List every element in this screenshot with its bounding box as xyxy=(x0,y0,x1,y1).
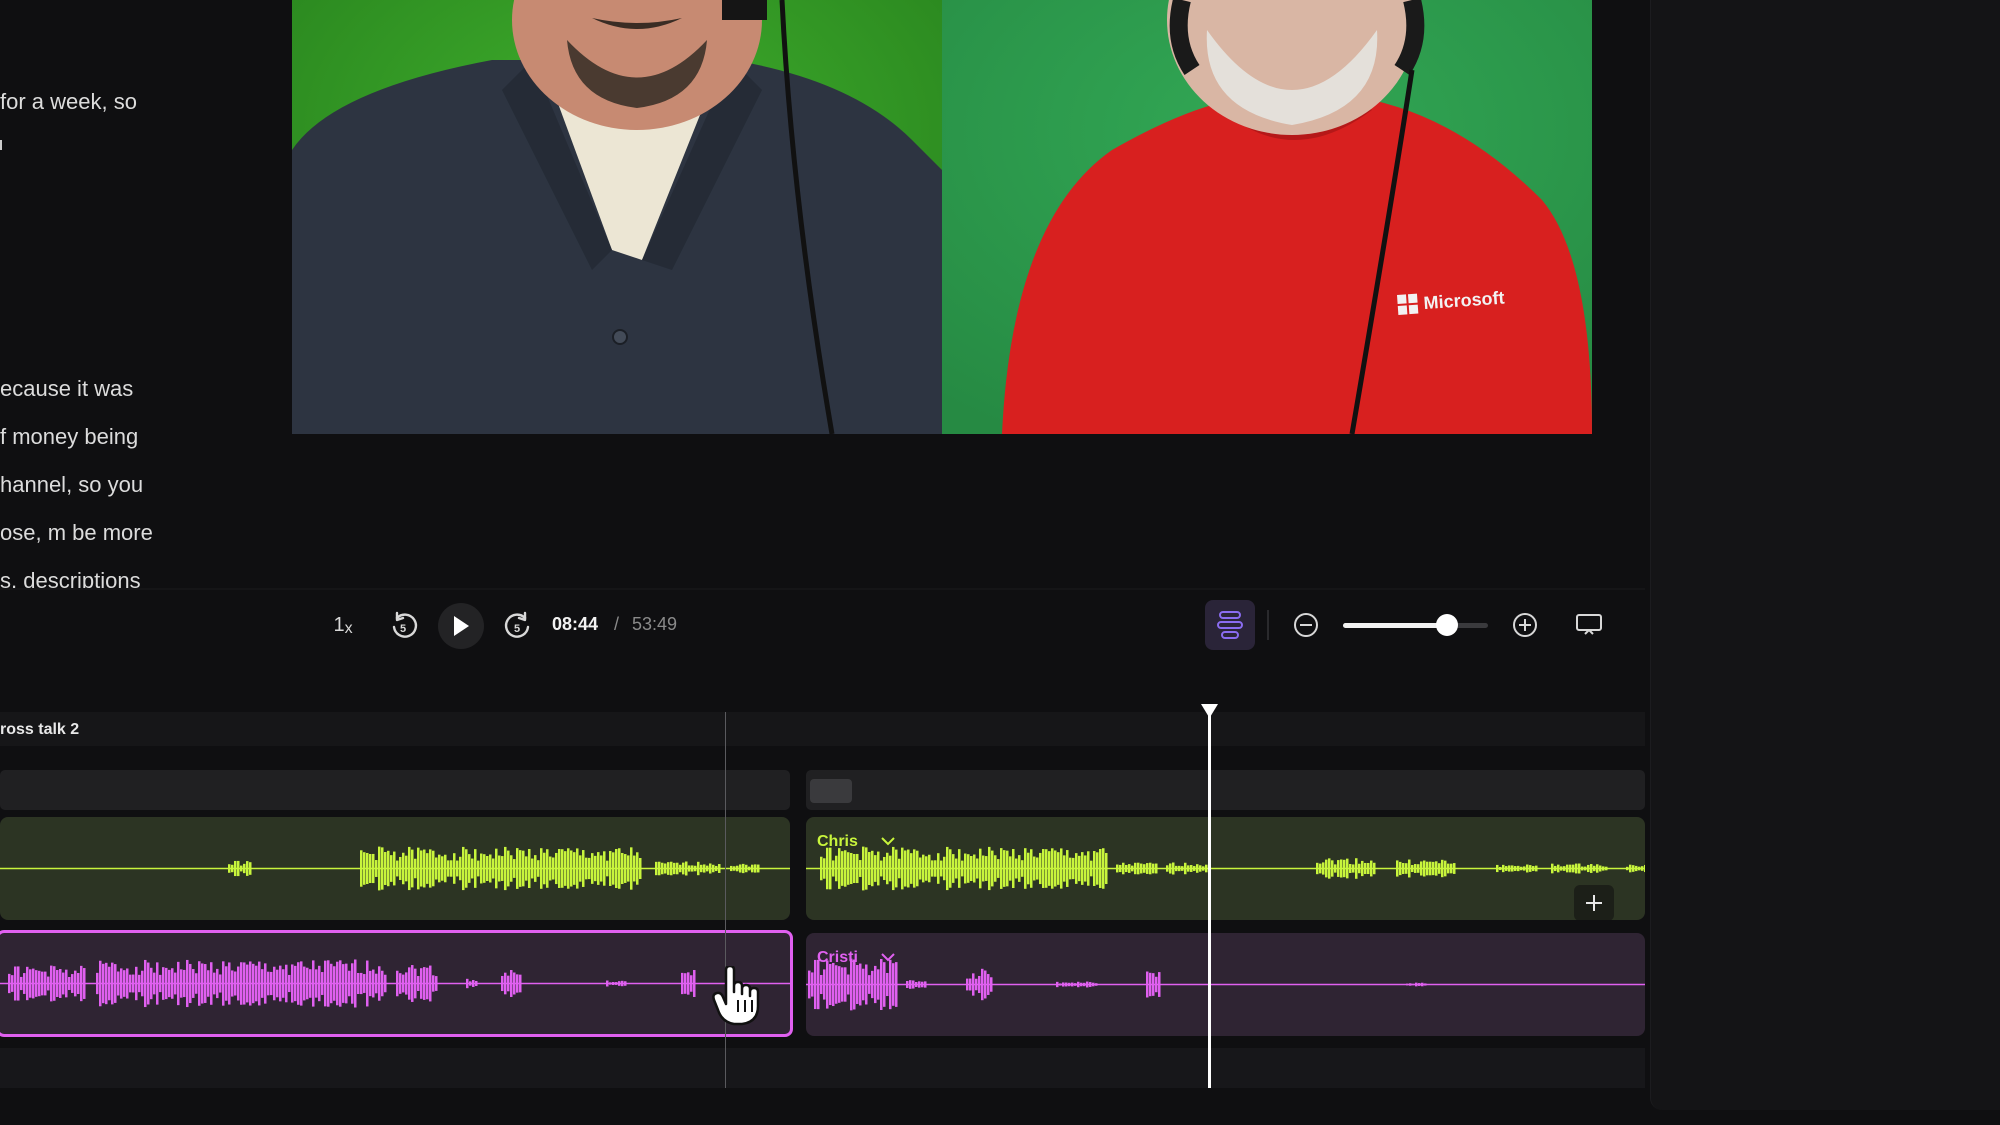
zoom-out-button[interactable] xyxy=(1290,609,1322,641)
audio-clip-chris-2[interactable]: Chris xyxy=(806,817,1645,920)
svg-text:5: 5 xyxy=(514,623,520,635)
zoom-out-icon xyxy=(1294,613,1318,637)
play-icon xyxy=(454,616,469,636)
empty-track-segment[interactable] xyxy=(806,770,1645,810)
chevron-down-icon[interactable] xyxy=(880,835,896,847)
transcript-line[interactable]: hannel, so you xyxy=(0,472,143,498)
time-separator: / xyxy=(614,614,620,634)
zoom-in-button[interactable] xyxy=(1509,609,1541,641)
screen-icon xyxy=(1576,614,1602,635)
waveform xyxy=(806,846,1645,891)
current-time: 08:44 xyxy=(552,614,599,634)
controls-divider-vertical xyxy=(1267,610,1269,640)
audio-clip-cristi-1-selected[interactable] xyxy=(0,930,793,1037)
audio-clip-chris-1[interactable] xyxy=(0,817,790,920)
scene-layout-button[interactable] xyxy=(1205,600,1255,650)
hand-cursor-icon xyxy=(712,966,760,1026)
video-participant-right: Microsoft xyxy=(942,0,1592,434)
svg-text:5: 5 xyxy=(400,623,406,635)
transcript-line[interactable]: f money being xyxy=(0,424,138,450)
forward-icon: 5 xyxy=(504,611,530,638)
forward-5-button[interactable]: 5 xyxy=(498,609,538,643)
empty-track-segment[interactable] xyxy=(0,770,790,810)
speed-value: 1 xyxy=(333,613,345,636)
right-side-panel xyxy=(1650,0,2000,1110)
scene-label: ross talk 2 xyxy=(0,721,80,738)
transcript-line[interactable]: for a week, so xyxy=(0,89,137,115)
transcript-line[interactable]: s, descriptions xyxy=(0,568,141,588)
timeline-bottom-strip xyxy=(0,1048,1645,1088)
zoom-slider-handle[interactable] xyxy=(1436,614,1459,636)
video-participant-left xyxy=(292,0,942,434)
video-preview[interactable]: Microsoft xyxy=(292,0,1592,434)
zoom-slider[interactable] xyxy=(1343,614,1488,636)
play-button[interactable] xyxy=(438,603,484,649)
waveform xyxy=(806,958,1645,1011)
timeline-layout-icon xyxy=(1217,611,1243,639)
display-options-button[interactable] xyxy=(1572,609,1606,641)
rewind-icon: 5 xyxy=(392,611,418,638)
transcript-fragment xyxy=(0,130,8,156)
speaker-name[interactable]: Cristi xyxy=(817,949,858,967)
speed-suffix: x xyxy=(344,620,353,637)
total-duration: 53:49 xyxy=(632,614,678,634)
chevron-down-icon[interactable] xyxy=(880,951,896,963)
add-button[interactable] xyxy=(1574,885,1614,920)
speaker-name[interactable]: Chris xyxy=(817,833,858,851)
zoom-slider-fill xyxy=(1343,623,1448,628)
transcript-line[interactable]: ecause it was xyxy=(0,376,133,402)
plus-icon xyxy=(1586,895,1602,911)
rewind-5-button[interactable]: 5 xyxy=(384,609,424,643)
hover-line xyxy=(725,712,726,1088)
waveform xyxy=(0,846,790,891)
track-thumbnail[interactable] xyxy=(810,779,852,803)
waveform xyxy=(0,959,790,1008)
zoom-in-icon xyxy=(1513,613,1537,637)
audio-clip-cristi-2[interactable]: Cristi xyxy=(806,933,1645,1036)
transcript-line[interactable]: ose, m be more xyxy=(0,520,153,546)
playback-speed-button[interactable]: 1x xyxy=(326,611,360,639)
scene-strip[interactable] xyxy=(0,712,1645,746)
playhead[interactable] xyxy=(1208,712,1211,1088)
controls-divider xyxy=(0,588,1645,590)
playhead-handle-icon[interactable] xyxy=(1200,703,1219,719)
transcript-pane: for a week, so ecause it was f money bei… xyxy=(0,0,285,588)
